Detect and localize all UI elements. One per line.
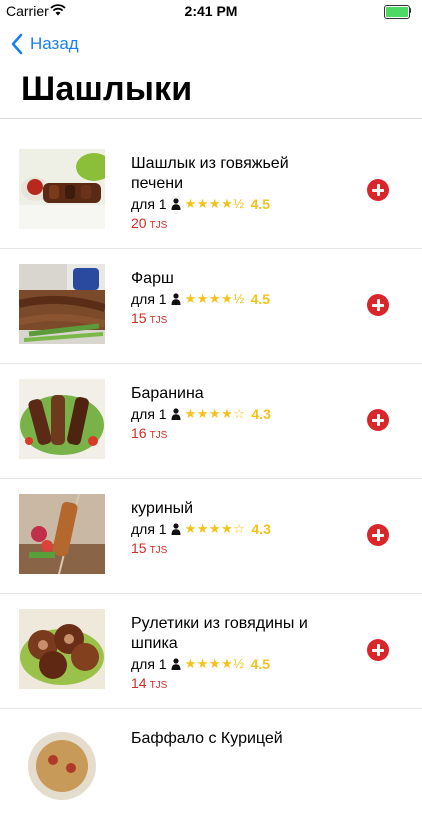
rating-stars: ★★★★½ [184, 291, 245, 306]
currency-label: TJS [149, 545, 168, 556]
portion-label: для 1 [131, 196, 167, 212]
food-image [19, 149, 105, 229]
rating-stars: ★★★★½ [184, 196, 245, 211]
list-item[interactable]: Шашлык из говяжьей печени для 1 ★★★★½ 4.… [0, 134, 422, 249]
page-title: Шашлыки [21, 70, 193, 108]
back-button[interactable]: Назад [10, 32, 79, 56]
rating-value: 4.3 [251, 406, 271, 422]
person-icon [171, 408, 181, 420]
add-to-cart-button[interactable] [367, 409, 389, 431]
item-price: 15 [131, 540, 147, 556]
list-item[interactable]: Рулетики из говядины и шпика для 1 ★★★★½… [0, 594, 422, 709]
portion-label: для 1 [131, 656, 167, 672]
item-price: 15 [131, 310, 147, 326]
list-item[interactable]: Фарш для 1 ★★★★½ 4.5 15 TJS [0, 249, 422, 364]
food-image [19, 494, 105, 574]
currency-label: TJS [149, 315, 168, 326]
divider [0, 118, 422, 119]
item-price: 16 [131, 425, 147, 441]
rating-stars: ★★★★½ [184, 656, 245, 671]
add-to-cart-button[interactable] [367, 639, 389, 661]
food-image [19, 264, 105, 344]
person-icon [171, 198, 181, 210]
food-image [19, 724, 105, 804]
food-image [19, 609, 105, 689]
food-image [19, 379, 105, 459]
person-icon [171, 658, 181, 670]
portion-label: для 1 [131, 406, 167, 422]
item-name: Фарш [131, 270, 174, 287]
rating-value: 4.5 [250, 291, 271, 307]
rating-value: 4.3 [251, 521, 271, 537]
rating-value: 4.5 [250, 656, 271, 672]
currency-label: TJS [149, 680, 168, 691]
rating-stars: ★★★★☆ [184, 521, 246, 536]
item-name: куриный [131, 500, 194, 517]
list-item[interactable]: куриный для 1 ★★★★☆ 4.3 15 TJS [0, 479, 422, 594]
item-name: Баффало с Курицей [131, 730, 283, 747]
add-to-cart-button[interactable] [367, 524, 389, 546]
person-icon [171, 523, 181, 535]
currency-label: TJS [149, 430, 168, 441]
item-name: Баранина [131, 385, 204, 402]
rating-value: 4.5 [250, 196, 271, 212]
battery-icon [384, 5, 412, 19]
portion-label: для 1 [131, 291, 167, 307]
item-name: Рулетики из говядины и шпика [131, 615, 308, 652]
rating-stars: ★★★★☆ [184, 406, 246, 421]
item-name: Шашлык из говяжьей печени [131, 155, 289, 192]
chevron-left-icon [11, 33, 23, 55]
clock: 2:41 PM [184, 3, 238, 19]
back-label: Назад [30, 34, 79, 53]
person-icon [171, 293, 181, 305]
list-item[interactable]: Баранина для 1 ★★★★☆ 4.3 16 TJS [0, 364, 422, 479]
portion-label: для 1 [131, 521, 167, 537]
menu-list: Шашлык из говяжьей печени для 1 ★★★★½ 4.… [0, 134, 422, 824]
list-item[interactable]: Баффало с Курицей [0, 709, 422, 824]
currency-label: TJS [149, 220, 168, 231]
status-bar: Carrier 2:41 PM [0, 0, 422, 22]
item-price: 14 [131, 675, 147, 691]
item-price: 20 [131, 215, 147, 231]
add-to-cart-button[interactable] [367, 294, 389, 316]
add-to-cart-button[interactable] [367, 179, 389, 201]
